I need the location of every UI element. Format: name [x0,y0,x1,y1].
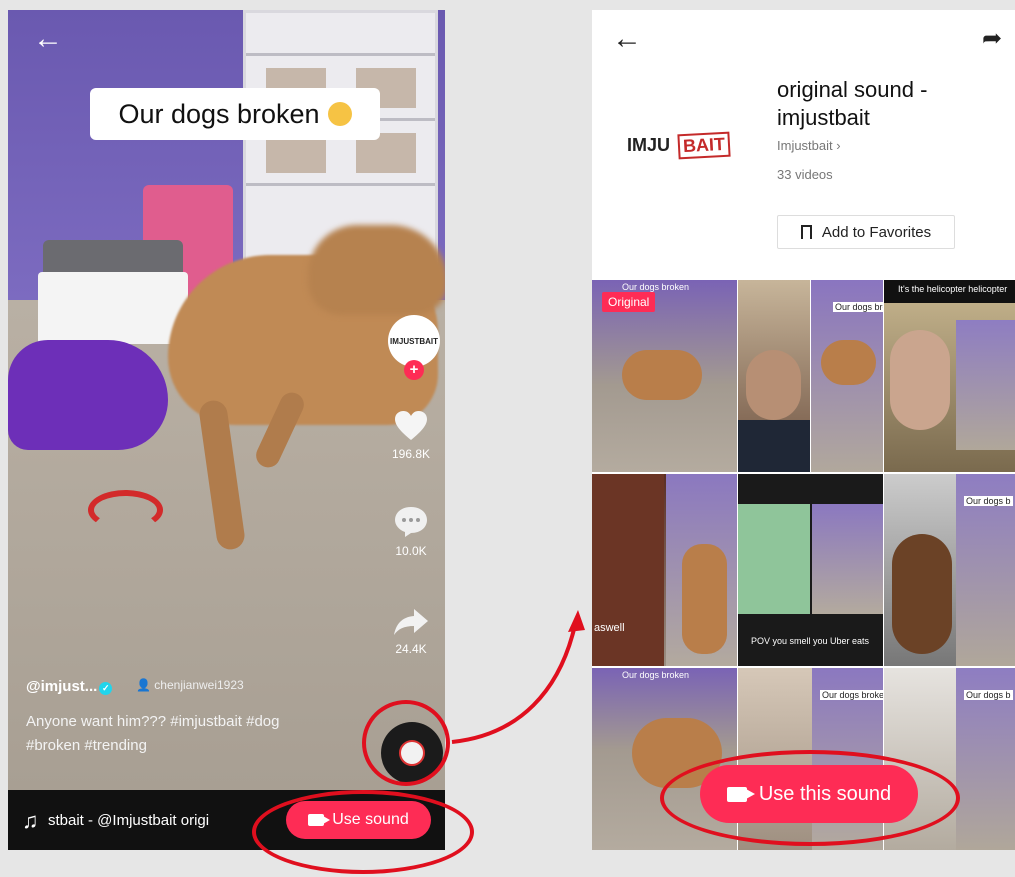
annotation-arrow [451,610,585,744]
